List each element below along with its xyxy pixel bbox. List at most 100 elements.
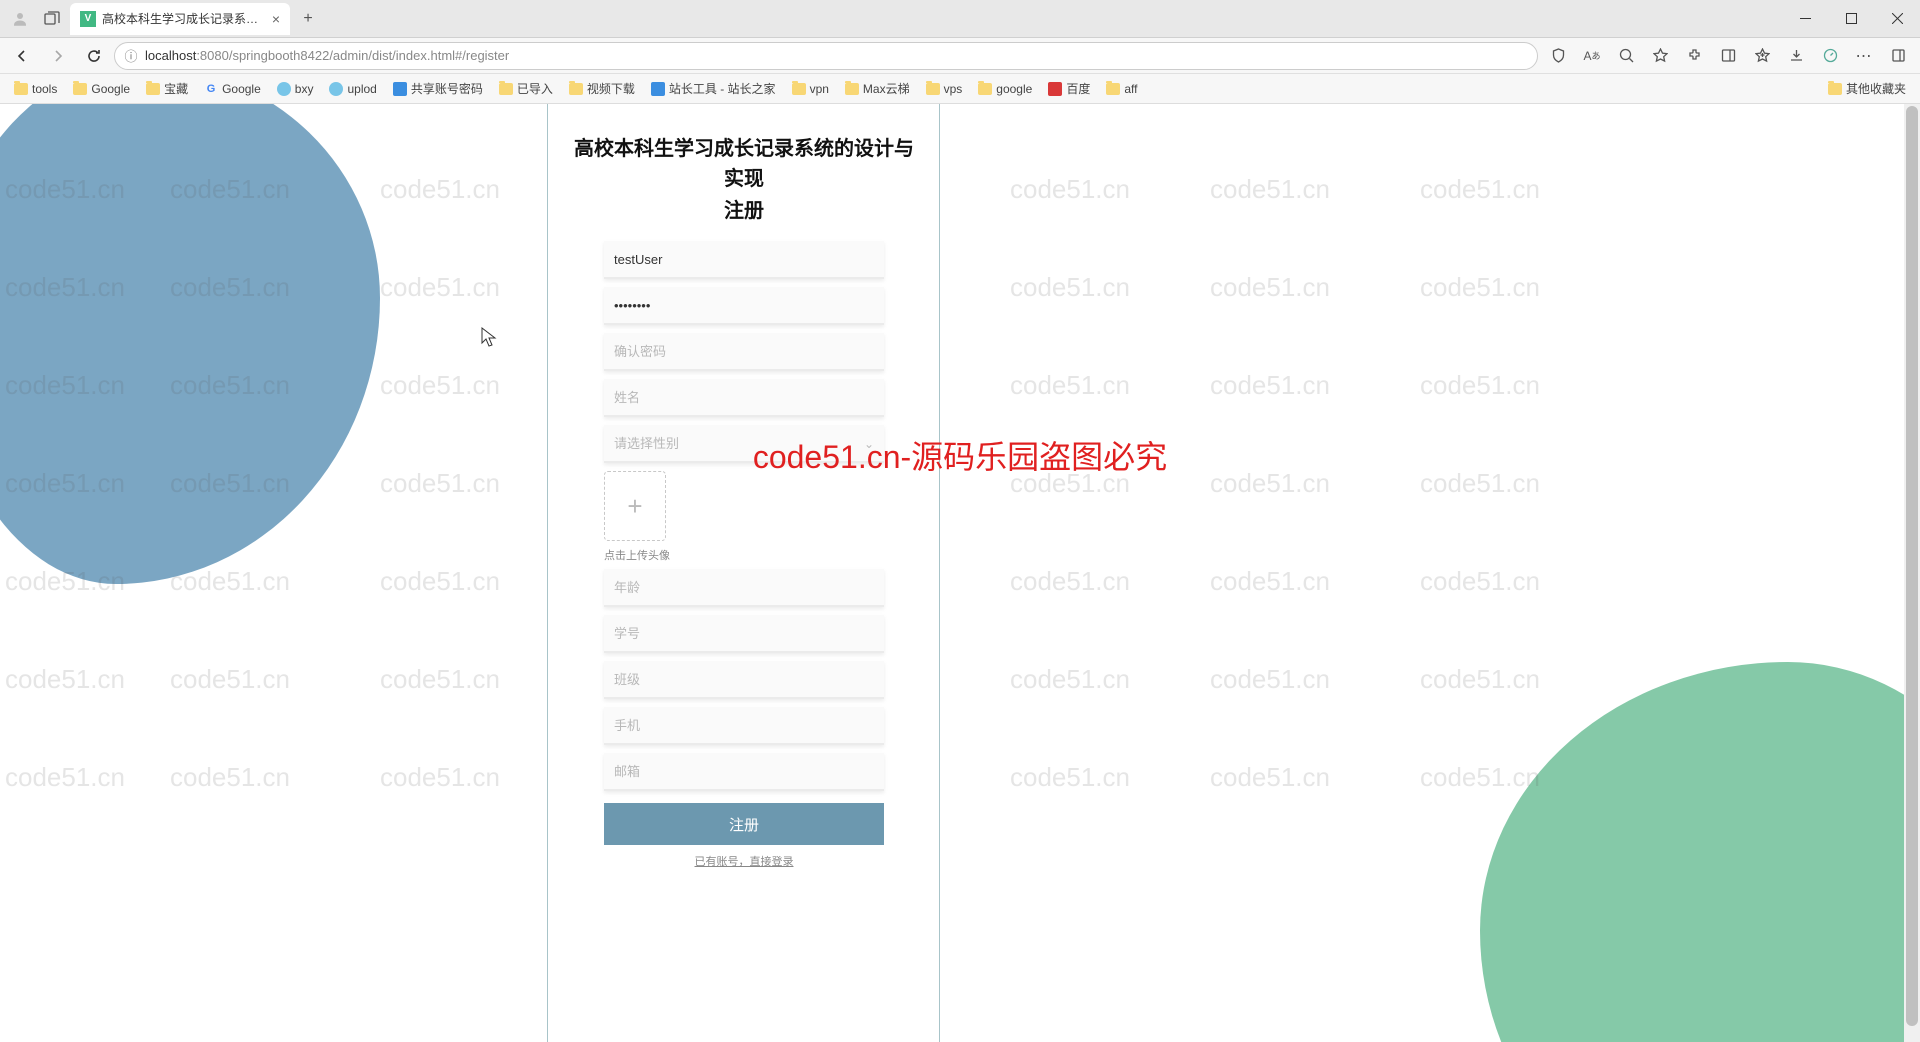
copilot-icon[interactable] xyxy=(1882,40,1914,72)
login-link[interactable]: 已有账号，直接登录 xyxy=(568,853,920,869)
bookmark-label: uplod xyxy=(347,82,376,96)
bookmark-item[interactable]: 百度 xyxy=(1042,77,1096,100)
gender-select[interactable] xyxy=(604,425,884,463)
confirm-password-input[interactable] xyxy=(604,333,884,371)
sidebar-icon[interactable] xyxy=(1712,40,1744,72)
collections-icon[interactable] xyxy=(1746,40,1778,72)
bookmarks-bar: tools Google 宝藏GGooglebxy uplod 共享账号密码 已导入视频下… xyxy=(0,74,1920,104)
bookmark-label: 共享账号密码 xyxy=(411,80,483,97)
bookmark-label: Google xyxy=(91,82,130,96)
bookmark-item[interactable]: uplod xyxy=(323,79,382,99)
bookmark-item[interactable]: google xyxy=(972,79,1038,99)
watermark-text: code51.cn xyxy=(1210,762,1330,793)
tracking-icon[interactable] xyxy=(1542,40,1574,72)
upload-hint: 点击上传头像 xyxy=(604,547,884,563)
bookmark-item[interactable]: 宝藏 xyxy=(140,77,194,100)
refresh-button[interactable] xyxy=(78,40,110,72)
bookmark-item[interactable]: tools xyxy=(8,79,63,99)
bookmark-item[interactable]: Max云梯 xyxy=(839,77,916,100)
register-button[interactable]: 注册 xyxy=(604,803,884,845)
watermark-text: code51.cn xyxy=(380,468,500,499)
bookmark-label: Max云梯 xyxy=(863,80,910,97)
watermark-text: code51.cn xyxy=(380,566,500,597)
class-input[interactable] xyxy=(604,661,884,699)
forward-button[interactable] xyxy=(42,40,74,72)
menu-icon[interactable]: ⋯ xyxy=(1848,40,1880,72)
watermark-text: code51.cn xyxy=(1210,174,1330,205)
watermark-text: code51.cn xyxy=(380,762,500,793)
downloads-icon[interactable] xyxy=(1780,40,1812,72)
site-info-icon[interactable]: ⓘ xyxy=(123,48,139,64)
bookmark-label: 已导入 xyxy=(517,80,553,97)
bookmark-item[interactable]: vpn xyxy=(786,79,835,99)
bookmark-label: Google xyxy=(222,82,261,96)
username-input[interactable] xyxy=(604,241,884,279)
folder-icon xyxy=(569,83,583,95)
watermark-text: code51.cn xyxy=(170,762,290,793)
bookmark-label: google xyxy=(996,82,1032,96)
scrollbar[interactable] xyxy=(1904,104,1920,1042)
back-button[interactable] xyxy=(6,40,38,72)
watermark-text: code51.cn xyxy=(1010,664,1130,695)
page-title: 高校本科生学习成长记录系统的设计与实现 xyxy=(568,134,920,194)
folder-icon xyxy=(1828,83,1842,95)
bookmark-label: vps xyxy=(944,82,963,96)
new-tab-button[interactable]: + xyxy=(294,5,322,33)
watermark-text: code51.cn xyxy=(1010,174,1130,205)
bookmark-item[interactable]: 视频下载 xyxy=(563,77,641,100)
address-bar[interactable]: ⓘ localhost:8080/springbooth8422/admin/d… xyxy=(114,42,1538,70)
page-subtitle: 注册 xyxy=(568,194,920,223)
watermark-text: code51.cn xyxy=(1010,272,1130,303)
watermark-text: code51.cn xyxy=(1420,664,1540,695)
divider-left xyxy=(547,104,548,1042)
folder-icon xyxy=(14,83,28,95)
folder-icon xyxy=(1106,83,1120,95)
performance-icon[interactable] xyxy=(1814,40,1846,72)
email-input[interactable] xyxy=(604,753,884,791)
bookmark-item[interactable]: 共享账号密码 xyxy=(387,77,489,100)
scrollbar-thumb[interactable] xyxy=(1906,106,1918,1026)
navbar: ⓘ localhost:8080/springbooth8422/admin/d… xyxy=(0,38,1920,74)
decorative-blob-green xyxy=(1480,662,1920,1042)
minimize-button[interactable] xyxy=(1782,3,1828,35)
profile-icon[interactable] xyxy=(6,5,34,33)
bookmark-item[interactable]: aff xyxy=(1100,79,1143,99)
watermark-text: code51.cn xyxy=(1210,664,1330,695)
watermark-text: code51.cn xyxy=(380,272,500,303)
titlebar: V 高校本科生学习成长记录系统的 × + xyxy=(0,0,1920,38)
bookmark-label: 百度 xyxy=(1066,80,1090,97)
other-bookmarks[interactable]: 其他收藏夹 xyxy=(1822,77,1912,100)
name-input[interactable] xyxy=(604,379,884,417)
close-button[interactable] xyxy=(1874,3,1920,35)
zoom-icon[interactable] xyxy=(1610,40,1642,72)
tab-close-icon[interactable]: × xyxy=(272,11,280,27)
bookmark-item[interactable]: GGoogle xyxy=(198,79,267,99)
watermark-text: code51.cn xyxy=(1210,370,1330,401)
avatar-upload[interactable]: + xyxy=(604,471,666,541)
translate-icon[interactable]: Aあ xyxy=(1576,40,1608,72)
phone-input[interactable] xyxy=(604,707,884,745)
student-number-input[interactable] xyxy=(604,615,884,653)
bookmark-item[interactable]: Google xyxy=(67,79,136,99)
password-input[interactable] xyxy=(604,287,884,325)
tabs-overview-icon[interactable] xyxy=(40,7,64,31)
watermark-text: code51.cn xyxy=(1010,468,1130,499)
watermark-text: code51.cn xyxy=(1010,566,1130,597)
folder-icon xyxy=(73,83,87,95)
tab-title: 高校本科生学习成长记录系统的 xyxy=(102,10,266,27)
divider-right xyxy=(939,104,940,1042)
age-input[interactable] xyxy=(604,569,884,607)
bookmark-item[interactable]: vps xyxy=(920,79,969,99)
extensions-icon[interactable] xyxy=(1678,40,1710,72)
bookmark-item[interactable]: 站长工具 - 站长之家 xyxy=(645,77,782,100)
bookmark-item[interactable]: 已导入 xyxy=(493,77,559,100)
watermark-text: code51.cn xyxy=(170,664,290,695)
browser-tab[interactable]: V 高校本科生学习成长记录系统的 × xyxy=(70,3,290,35)
bookmark-item[interactable]: bxy xyxy=(271,79,320,99)
watermark-text: code51.cn xyxy=(1010,370,1130,401)
watermark-text: code51.cn xyxy=(1420,370,1540,401)
favorite-icon[interactable] xyxy=(1644,40,1676,72)
folder-icon xyxy=(146,83,160,95)
site-icon xyxy=(277,82,291,96)
maximize-button[interactable] xyxy=(1828,3,1874,35)
